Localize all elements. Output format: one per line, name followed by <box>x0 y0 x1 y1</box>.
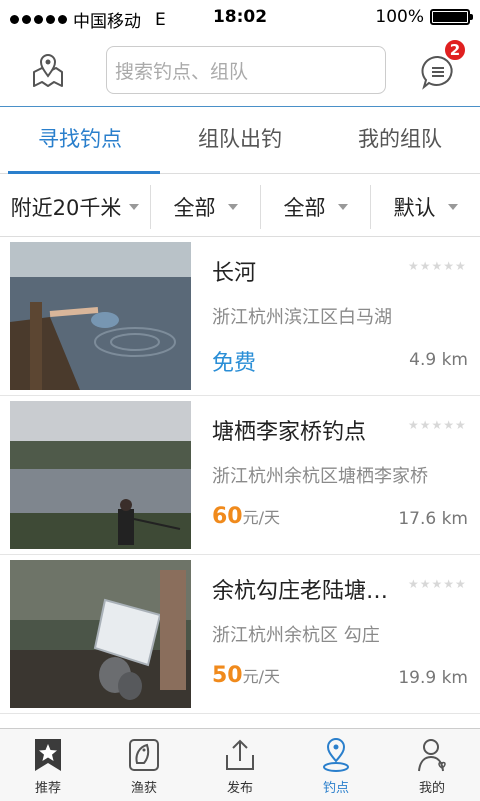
star-bookmark-icon <box>35 739 61 771</box>
tab-label: 渔获 <box>130 781 157 796</box>
spot-price: 50元/天 <box>212 663 280 688</box>
tab-catch[interactable]: 渔获 <box>96 729 192 801</box>
list-item[interactable]: 塘栖李家桥钓点 ★★★★★ 浙江杭州余杭区塘栖李家桥 60元/天 17.6 km <box>0 396 480 555</box>
spot-title: 余杭勾庄老陆塘… <box>212 579 389 604</box>
type-filter-label: 全部 <box>173 196 216 220</box>
spot-price-value: 60 <box>212 504 243 529</box>
type-filter[interactable]: 全部 <box>150 185 260 229</box>
spot-list: 长河 ★★★★★ 浙江杭州滨江区白马湖 免费 4.9 km 塘栖李家桥钓点 ★★… <box>0 237 480 714</box>
spot-photo <box>10 242 191 390</box>
top-tabs: 寻找钓点 组队出钓 我的组队 <box>0 107 480 174</box>
tab-team-fishing[interactable]: 组队出钓 <box>160 107 320 173</box>
rating-stars: ★★★★★ <box>408 577 467 591</box>
sort-filter[interactable]: 默认 <box>370 185 480 229</box>
user-icon <box>418 739 446 772</box>
search-input[interactable]: 搜索钓点、组队 <box>106 46 386 94</box>
tab-label: 我的 <box>418 781 445 796</box>
spot-distance: 19.9 km <box>398 668 468 688</box>
fee-filter[interactable]: 全部 <box>260 185 370 229</box>
tab-publish[interactable]: 发布 <box>192 729 288 801</box>
spot-price: 免费 <box>212 351 257 376</box>
message-badge: 2 <box>443 38 467 62</box>
spot-address: 浙江杭州余杭区 勾庄 <box>212 625 380 646</box>
spot-distance: 17.6 km <box>398 509 468 529</box>
tab-my-teams[interactable]: 我的组队 <box>320 107 480 173</box>
status-right: 100% <box>375 7 473 27</box>
chevron-down-icon <box>227 204 238 210</box>
filter-bar: 附近20千米 全部 全部 默认 <box>0 178 480 237</box>
tab-recommend[interactable]: 推荐 <box>0 729 96 801</box>
spot-photo <box>10 560 191 708</box>
distance-filter-label: 附近20千米 <box>10 196 122 220</box>
tab-label: 钓点 <box>322 781 349 796</box>
spot-photo <box>10 401 191 549</box>
list-item[interactable]: 长河 ★★★★★ 浙江杭州滨江区白马湖 免费 4.9 km <box>0 237 480 396</box>
spot-address: 浙江杭州余杭区塘栖李家桥 <box>212 466 428 487</box>
spot-title: 长河 <box>212 261 257 286</box>
fish-icon <box>129 739 159 771</box>
spot-address: 浙江杭州滨江区白马湖 <box>212 307 392 328</box>
spot-price: 60元/天 <box>212 504 280 529</box>
spot-price-unit: 元/天 <box>242 508 281 527</box>
chevron-down-icon <box>129 204 140 210</box>
fee-filter-label: 全部 <box>283 196 326 220</box>
tab-label: 推荐 <box>34 781 61 796</box>
chevron-down-icon <box>447 204 458 210</box>
sort-filter-label: 默认 <box>393 196 436 220</box>
tab-mine[interactable]: 我的 <box>384 729 480 801</box>
chevron-down-icon <box>337 204 348 210</box>
upload-icon <box>226 739 254 770</box>
status-bar: 中国移动 E 18:02 100% <box>0 0 480 36</box>
distance-filter[interactable]: 附近20千米 <box>0 185 150 229</box>
spot-price-value: 50 <box>212 663 243 688</box>
location-pin-icon <box>323 738 349 772</box>
tab-label: 发布 <box>226 781 253 796</box>
map-pin-icon <box>33 54 63 87</box>
rating-stars: ★★★★★ <box>408 259 467 273</box>
tab-find-spots[interactable]: 寻找钓点 <box>0 107 160 174</box>
map-button[interactable] <box>28 50 68 90</box>
tab-spots[interactable]: 钓点 <box>288 729 384 801</box>
spot-distance: 4.9 km <box>409 350 468 370</box>
battery-icon <box>430 9 473 25</box>
spot-title: 塘栖李家桥钓点 <box>212 420 367 445</box>
bottom-tab-bar: 推荐 渔获 发布 钓点 我的 <box>0 728 480 801</box>
spot-price-unit: 元/天 <box>242 667 281 686</box>
battery-percent: 100% <box>375 7 424 27</box>
list-item[interactable]: 余杭勾庄老陆塘… ★★★★★ 浙江杭州余杭区 勾庄 50元/天 19.9 km <box>0 555 480 714</box>
header: 搜索钓点、组队 2 <box>0 36 480 107</box>
rating-stars: ★★★★★ <box>408 418 467 432</box>
